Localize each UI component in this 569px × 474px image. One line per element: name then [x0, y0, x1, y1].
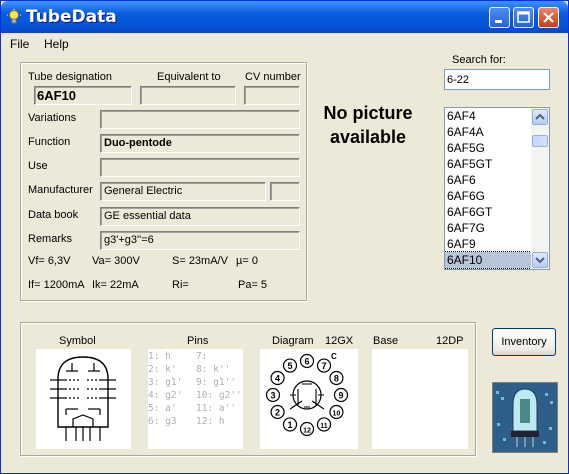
menu-bar: File Help: [1, 34, 568, 53]
diagram-pin-label: 2: [275, 408, 280, 418]
tube-list-item[interactable]: 6AF6GT: [445, 204, 531, 220]
chevron-up-icon: [535, 113, 545, 120]
diagram-code: 12GX: [325, 335, 354, 347]
equivalent-field[interactable]: [140, 86, 236, 105]
search-input[interactable]: [444, 69, 550, 90]
scroll-up-button[interactable]: [532, 109, 548, 125]
tube-list-item[interactable]: 6AF9: [445, 236, 531, 252]
maximize-button[interactable]: [513, 7, 534, 28]
designation-header: Tube designation: [28, 71, 112, 83]
base-diagram-image: 12345 6 789101112C: [265, 352, 349, 437]
tube-list-item[interactable]: 6AF7G: [445, 220, 531, 236]
search-label: Search for:: [452, 54, 506, 66]
base-header: Base: [373, 335, 399, 347]
diagram-header: Diagram: [272, 335, 314, 347]
use-field[interactable]: [100, 158, 300, 177]
pins-column-2: 7: 8: k'' 9: g1'' 10: g2'' 11: a'' 12: h: [196, 351, 242, 427]
spec-mu: µ= 0: [236, 255, 258, 267]
menu-file[interactable]: File: [10, 37, 29, 51]
window-title: TubeData: [26, 7, 117, 27]
title-bar[interactable]: TubeData: [1, 1, 568, 33]
variations-label: Variations: [28, 112, 77, 124]
tube-list-item[interactable]: 6AF6: [445, 172, 531, 188]
close-button[interactable]: [538, 7, 559, 28]
equivalent-header: Equivalent to: [157, 71, 221, 83]
manufacturer-code-field[interactable]: [270, 182, 300, 201]
tube-list-item[interactable]: 6AF4A: [445, 124, 531, 140]
scroll-thumb[interactable]: [532, 135, 548, 147]
cv-header: CV number: [245, 71, 301, 83]
function-label: Function: [28, 136, 71, 148]
remarks-field[interactable]: g3'+g3''=6: [100, 231, 300, 250]
data-book-label: Data book: [28, 209, 79, 221]
manufacturer-field[interactable]: General Electric: [100, 182, 266, 201]
tube-list-item[interactable]: 6AF10: [445, 251, 532, 269]
symbol-box: [36, 349, 131, 449]
diagram-pin-label: 10: [333, 411, 341, 418]
spec-if: If= 1200mA: [28, 279, 85, 291]
tube-list-item[interactable]: 6AF5GT: [445, 156, 531, 172]
minimize-button[interactable]: [489, 7, 510, 28]
spec-vf: Vf= 6,3V: [28, 255, 71, 267]
spec-ri: Ri=: [172, 279, 189, 291]
spec-s: S= 23mA/V: [172, 255, 228, 267]
tube-logo-image: [492, 382, 558, 453]
diagram-pin-label: 11: [320, 423, 328, 430]
variations-field[interactable]: [100, 110, 300, 129]
tube-listbox[interactable]: 6AF4 6AF4A 6AF5G 6AF5GT 6AF6 6AF6G 6AF6GT 6AF7G…: [444, 107, 550, 270]
diagram-pin-label: 7: [321, 361, 326, 371]
tube-list-item[interactable]: 6AF5G: [445, 140, 531, 156]
manufacturer-label: Manufacturer: [28, 184, 93, 196]
pins-box: 1: h 2: k' 3: g1' 4: g2' 5: a' 6: g3 7: …: [148, 349, 243, 449]
diagram-pin-label: 8: [334, 374, 339, 384]
tube-symbol-image: [50, 356, 116, 441]
tube-list-item[interactable]: 6AF6G: [445, 188, 531, 204]
main-window: TubeData File Help Tube designation Equi…: [0, 0, 569, 474]
diagram-pin-label: 12: [303, 428, 311, 435]
minimize-icon: [495, 20, 502, 23]
diagram-pin-label: 9: [338, 391, 343, 401]
list-scrollbar[interactable]: [531, 108, 549, 269]
function-field[interactable]: Duo-pentode: [100, 134, 300, 153]
maximize-icon: [517, 11, 530, 23]
base-box: [372, 349, 468, 449]
chevron-down-icon: [535, 257, 545, 264]
scroll-down-button[interactable]: [532, 252, 548, 268]
symbol-header: Symbol: [59, 335, 96, 347]
cv-field[interactable]: [244, 86, 300, 105]
menu-help[interactable]: Help: [44, 37, 69, 51]
designation-field[interactable]: 6AF10: [34, 86, 132, 105]
lightbulb-icon: [7, 9, 21, 24]
pins-column-1: 1: h 2: k' 3: g1' 4: g2' 5: a' 6: g3: [148, 351, 183, 427]
remarks-label: Remarks: [28, 233, 73, 245]
diagram-center-label: C: [331, 352, 337, 361]
diagram-box: 1 2 3 4 5 6 7 8 9 10 11 12 C: [260, 349, 358, 449]
spec-pa: Pa= 5: [238, 279, 268, 291]
spec-ik: Ik= 22mA: [92, 279, 139, 291]
diagram-pin-label: 1: [287, 420, 292, 430]
diagram-pin-label: 6: [304, 357, 309, 367]
no-picture-message: No picture available: [323, 103, 413, 147]
close-icon: [543, 12, 554, 23]
use-label: Use: [28, 160, 48, 172]
pins-header: Pins: [187, 335, 209, 347]
diagram-pins: 12345 6 789101112C: [265, 352, 349, 437]
diagram-pin-label: 4: [275, 374, 280, 384]
spec-va: Va= 300V: [92, 255, 140, 267]
diagram-pin-label: 3: [270, 391, 275, 401]
base-code: 12DP: [436, 335, 464, 347]
diagram-pin-label: 5: [287, 361, 292, 371]
tube-list-item[interactable]: 6AF4: [445, 108, 531, 124]
inventory-button[interactable]: Inventory: [492, 328, 556, 356]
data-book-field[interactable]: GE essential data: [100, 207, 300, 226]
